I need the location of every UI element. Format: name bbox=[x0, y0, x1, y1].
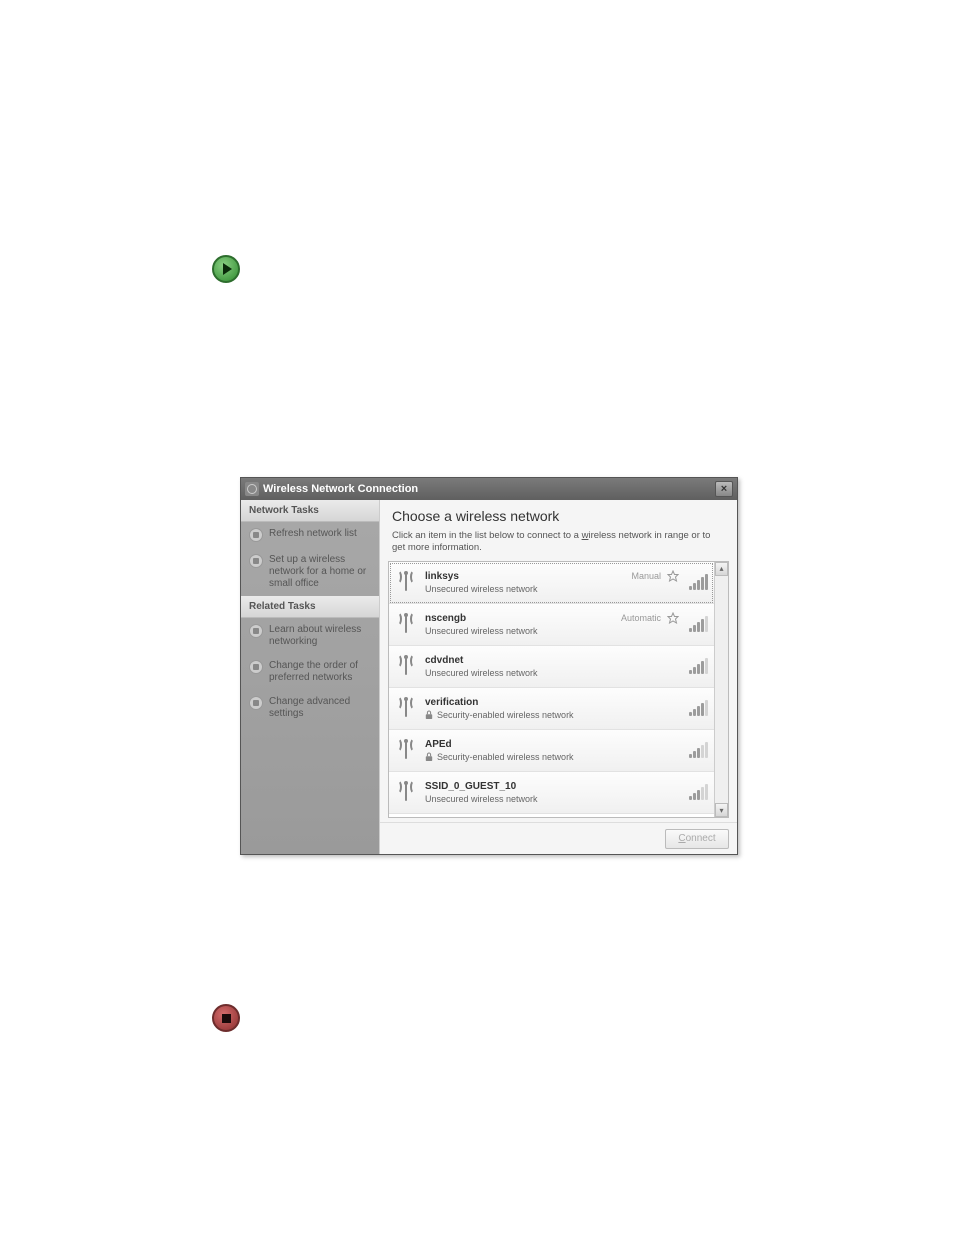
antenna-icon bbox=[393, 777, 419, 807]
signal-bars-icon bbox=[689, 658, 708, 674]
refresh-icon bbox=[249, 528, 263, 542]
connect-button[interactable]: Connect bbox=[665, 829, 729, 849]
network-mode: Manual bbox=[631, 571, 661, 581]
main-subtext: Click an item in the list below to conne… bbox=[380, 526, 737, 561]
lock-icon bbox=[425, 710, 433, 720]
wireless-icon bbox=[245, 482, 259, 496]
sidebar-item-setup[interactable]: Set up a wireless network for a home or … bbox=[241, 548, 379, 596]
setup-icon bbox=[249, 554, 263, 568]
network-security: Security-enabled wireless network bbox=[425, 710, 679, 720]
network-ssid: verification bbox=[425, 697, 478, 708]
antenna-icon bbox=[393, 693, 419, 723]
network-ssid: cdvdnet bbox=[425, 655, 463, 666]
close-button[interactable]: × bbox=[715, 481, 733, 497]
scroll-track[interactable] bbox=[715, 576, 728, 803]
network-security: Unsecured wireless network bbox=[425, 626, 679, 636]
wireless-dialog: Wireless Network Connection × Network Ta… bbox=[240, 477, 738, 855]
network-item[interactable]: cdvdnet Unsecured wireless network bbox=[389, 646, 714, 688]
sidebar-item-label: Refresh network list bbox=[269, 528, 357, 540]
star-icon bbox=[249, 660, 263, 674]
network-ssid: nscengb bbox=[425, 613, 466, 624]
signal-bars-icon bbox=[689, 616, 708, 632]
titlebar[interactable]: Wireless Network Connection × bbox=[241, 478, 737, 500]
sidebar-item-refresh[interactable]: Refresh network list bbox=[241, 522, 379, 548]
network-mode: Automatic bbox=[621, 613, 661, 623]
network-item[interactable]: APEd Security-enabled wireless network bbox=[389, 730, 714, 772]
sidebar-item-label: Learn about wireless networking bbox=[269, 624, 371, 648]
scrollbar[interactable]: ▴ ▾ bbox=[714, 562, 728, 817]
main-panel: Choose a wireless network Click an item … bbox=[379, 500, 737, 854]
main-heading: Choose a wireless network bbox=[380, 500, 737, 526]
signal-bars-icon bbox=[689, 574, 708, 590]
dialog-footer: Connect bbox=[380, 822, 737, 854]
gear-icon bbox=[249, 696, 263, 710]
window-title: Wireless Network Connection bbox=[263, 483, 418, 495]
antenna-icon bbox=[393, 567, 419, 597]
network-item[interactable]: verification Security-enabled wireless ne… bbox=[389, 688, 714, 730]
network-security: Security-enabled wireless network bbox=[425, 752, 679, 762]
network-security: Unsecured wireless network bbox=[425, 668, 679, 678]
network-ssid: SSID_0_GUEST_10 bbox=[425, 781, 516, 792]
antenna-icon bbox=[393, 651, 419, 681]
signal-bars-icon bbox=[689, 742, 708, 758]
antenna-icon bbox=[393, 735, 419, 765]
network-item[interactable]: SSID_0_GUEST_10 Unsecured wireless networ… bbox=[389, 772, 714, 814]
stop-icon bbox=[212, 1004, 240, 1032]
network-ssid: linksys bbox=[425, 571, 459, 582]
sidebar-item-label: Set up a wireless network for a home or … bbox=[269, 554, 371, 590]
network-security: Unsecured wireless network bbox=[425, 584, 679, 594]
network-ssid: APEd bbox=[425, 739, 452, 750]
sidebar-item-order[interactable]: Change the order of preferred networks bbox=[241, 654, 379, 690]
sidebar-item-learn[interactable]: Learn about wireless networking bbox=[241, 618, 379, 654]
sidebar-header-related: Related Tasks bbox=[241, 596, 379, 618]
lock-icon bbox=[425, 752, 433, 762]
sidebar-item-label: Change the order of preferred networks bbox=[269, 660, 371, 684]
signal-bars-icon bbox=[689, 784, 708, 800]
sidebar-header-tasks: Network Tasks bbox=[241, 500, 379, 522]
play-icon bbox=[212, 255, 240, 283]
network-item[interactable]: linksys Manual Unsecured wireless network bbox=[389, 562, 714, 604]
antenna-icon bbox=[393, 609, 419, 639]
info-icon bbox=[249, 624, 263, 638]
sidebar-item-advanced[interactable]: Change advanced settings bbox=[241, 690, 379, 726]
sidebar-item-label: Change advanced settings bbox=[269, 696, 371, 720]
sidebar: Network Tasks Refresh network list Set u… bbox=[241, 500, 379, 854]
signal-bars-icon bbox=[689, 700, 708, 716]
network-security: Unsecured wireless network bbox=[425, 794, 679, 804]
network-list: linksysManualUnsecured wireless networkn… bbox=[389, 562, 714, 817]
favorite-star-icon bbox=[667, 612, 679, 624]
scroll-up-button[interactable]: ▴ bbox=[715, 562, 728, 576]
network-item[interactable]: nscengb Automatic Unsecured wireless netwo… bbox=[389, 604, 714, 646]
favorite-star-icon bbox=[667, 570, 679, 582]
scroll-down-button[interactable]: ▾ bbox=[715, 803, 728, 817]
